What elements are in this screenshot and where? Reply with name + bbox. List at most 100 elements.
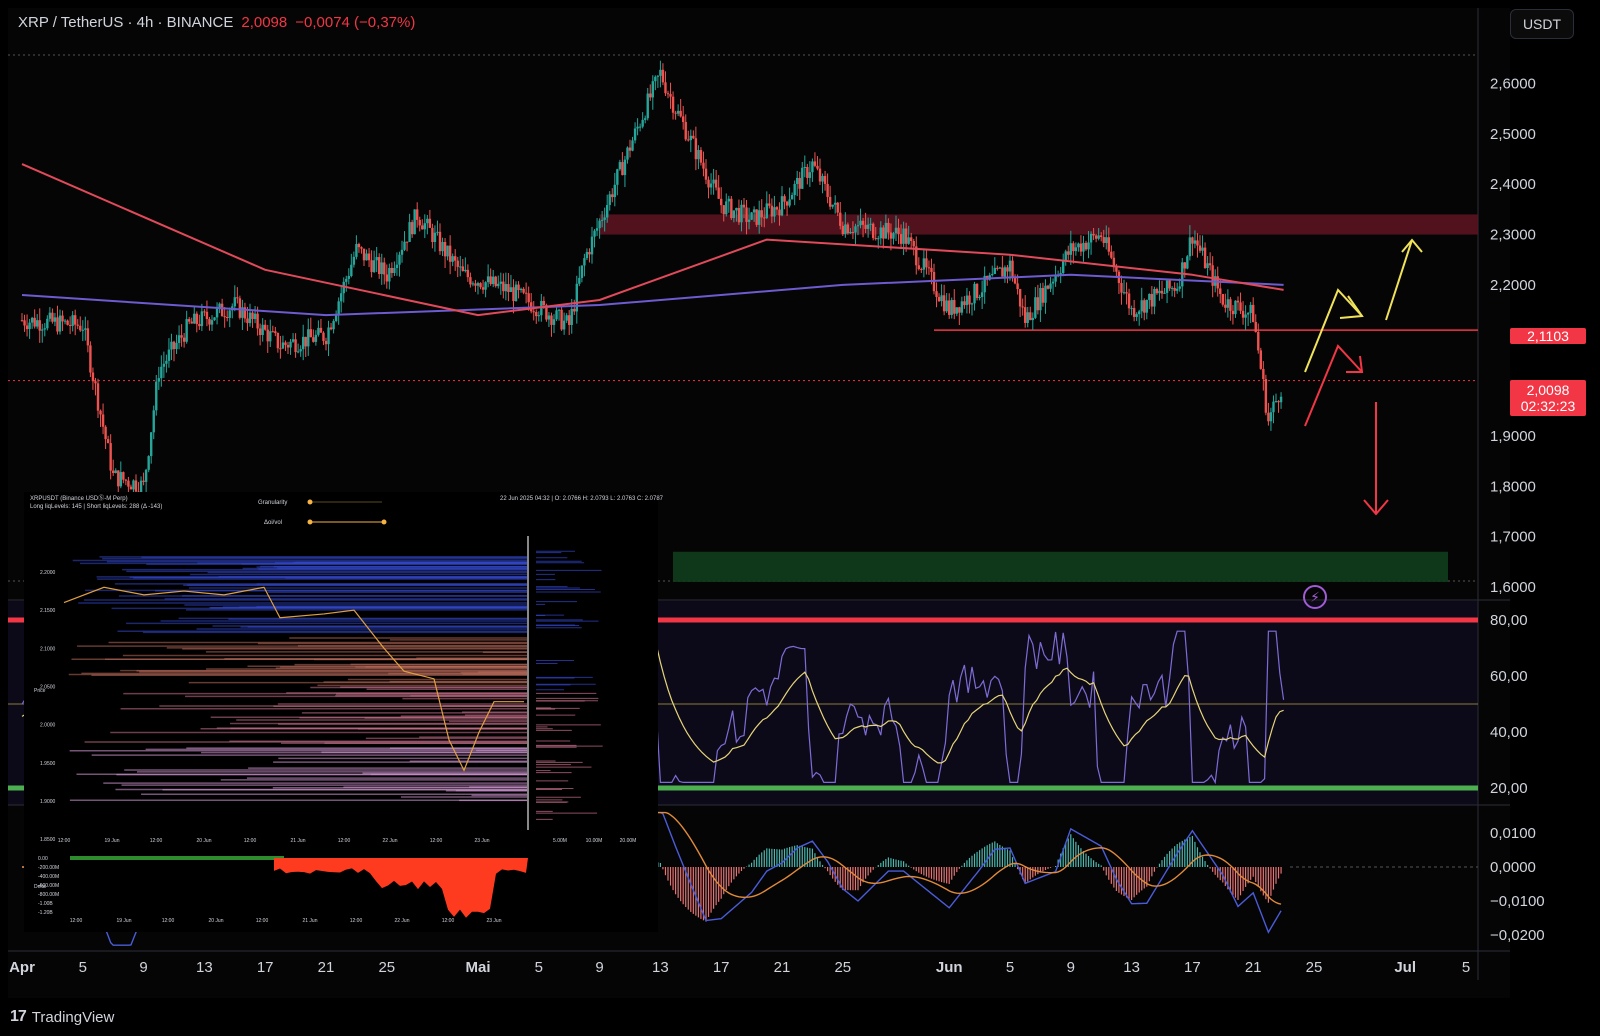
candle	[360, 247, 363, 249]
candle	[917, 265, 920, 270]
candle	[649, 93, 652, 98]
inset-volume-tick: 5.00M	[553, 838, 567, 844]
candle	[340, 293, 343, 302]
candle	[504, 284, 508, 292]
candle	[413, 209, 416, 235]
symbol-label: XRP / TetherUS · 4h · BINANCE	[18, 14, 234, 31]
candle	[519, 288, 523, 291]
candle	[264, 324, 267, 330]
time-tick-label: 9	[595, 959, 603, 976]
candle	[129, 486, 133, 490]
candle	[327, 327, 330, 345]
candle	[233, 297, 236, 307]
candle	[834, 202, 837, 205]
candle	[1051, 281, 1055, 284]
candle	[1067, 251, 1070, 255]
candle	[476, 283, 480, 286]
candle	[289, 341, 292, 348]
candle	[380, 262, 383, 274]
inset-time-tick: 12:00	[58, 838, 71, 844]
candle	[177, 335, 181, 343]
candle	[752, 209, 756, 213]
candle	[861, 220, 865, 225]
candle	[350, 264, 353, 276]
inset-price-tick: 2.1000	[40, 646, 56, 652]
candle	[317, 327, 320, 335]
candle	[773, 207, 776, 217]
candle	[963, 301, 966, 306]
currency-button[interactable]: USDT	[1510, 9, 1574, 39]
candle	[725, 201, 728, 215]
candle	[1279, 396, 1283, 403]
candle	[1221, 294, 1224, 305]
candle	[119, 472, 122, 487]
candle	[872, 223, 875, 239]
candle	[1072, 243, 1075, 252]
candle	[106, 439, 110, 444]
candle	[796, 177, 799, 184]
inset-title: XRPUSDT (Binance USDⓈ-M Perp)	[30, 494, 128, 502]
candle	[43, 328, 46, 330]
candle	[441, 241, 444, 252]
tradingview-logo[interactable]: 17 TradingView	[10, 1008, 114, 1026]
candle	[709, 183, 713, 188]
candle	[1122, 292, 1126, 294]
candle	[948, 300, 951, 315]
candle	[806, 166, 809, 178]
candle	[785, 201, 789, 206]
candle	[1259, 350, 1262, 369]
candle	[942, 295, 946, 312]
candle	[507, 284, 510, 293]
candle	[248, 312, 252, 324]
candle	[486, 276, 490, 283]
candle	[527, 293, 530, 303]
candle	[324, 340, 328, 345]
candle	[606, 205, 609, 218]
candle	[717, 187, 720, 199]
oi-vol-handle	[307, 519, 313, 525]
candle	[765, 203, 768, 218]
candle	[1069, 243, 1072, 255]
candle	[132, 480, 135, 490]
candle	[945, 300, 948, 312]
candle	[1143, 300, 1146, 313]
candle	[877, 238, 880, 240]
candle	[1208, 263, 1212, 266]
rsi-tick-label: 80,00	[1490, 612, 1528, 629]
candle	[968, 295, 971, 305]
candle	[410, 222, 414, 235]
candle	[1267, 412, 1270, 422]
candle	[892, 233, 895, 239]
candle	[631, 140, 634, 151]
lightning-icon[interactable]: ⚡	[1303, 585, 1327, 609]
candle	[818, 168, 822, 182]
candle	[996, 267, 999, 269]
candle	[433, 232, 437, 243]
inset-delta-time-tick: 12:00	[256, 918, 269, 924]
candle	[53, 317, 57, 322]
candle	[395, 264, 399, 268]
candle	[856, 225, 860, 227]
chart-canvas[interactable]: 2,6000 2,5000 2,4000 2,3000 2,2000 1,9000 1,80…	[0, 0, 1600, 1036]
candle	[1196, 240, 1199, 246]
candle	[502, 281, 505, 292]
candle	[1186, 256, 1189, 269]
candle	[367, 253, 371, 261]
candle	[1150, 294, 1154, 307]
candle	[220, 303, 224, 317]
candle	[279, 348, 282, 350]
candle	[281, 342, 285, 349]
candle	[509, 287, 513, 293]
price-tick-label: 1,9000	[1490, 428, 1536, 445]
candle	[1102, 237, 1105, 243]
support-zone	[673, 551, 1448, 582]
candle	[180, 335, 183, 338]
candle	[203, 311, 206, 313]
candle	[299, 349, 302, 352]
candle	[866, 224, 870, 229]
candle	[188, 319, 191, 322]
inset-delta-time-tick: 20 Jun	[208, 918, 223, 924]
candle	[970, 303, 974, 305]
candle	[732, 210, 736, 219]
inset-price-tick: 1.9500	[40, 761, 56, 767]
